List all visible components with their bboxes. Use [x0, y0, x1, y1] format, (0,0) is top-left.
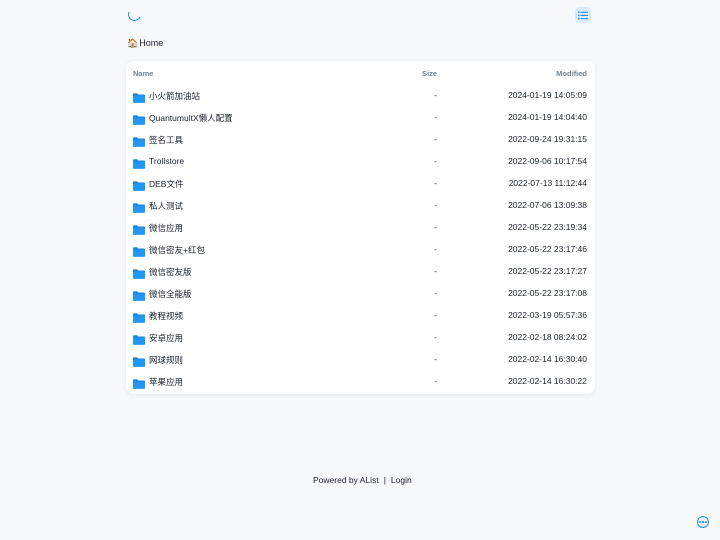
file-size: - — [434, 200, 437, 210]
file-name[interactable]: 教程视频 — [149, 310, 183, 322]
file-modified: 2022-03-19 05:57:36 — [508, 310, 587, 320]
more-dot-icon — [699, 521, 702, 523]
file-row[interactable]: 教程视频 - 2022-03-19 05:57:36 — [126, 304, 595, 326]
more-options-button[interactable] — [697, 516, 709, 528]
file-row[interactable]: 小火箭加油站 - 2024-01-19 14:05:09 — [126, 84, 595, 106]
folder-icon — [133, 244, 145, 257]
file-row[interactable]: 苹果应用 - 2022-02-14 16:30:22 — [126, 370, 595, 392]
loading-spinner-icon — [126, 6, 143, 23]
file-size: - — [434, 90, 437, 100]
list-icon — [578, 11, 588, 19]
file-size: - — [434, 354, 437, 364]
file-row[interactable]: 网球规则 - 2022-02-14 16:30:40 — [126, 348, 595, 370]
folder-icon — [133, 200, 145, 213]
file-name[interactable]: 安卓应用 — [149, 332, 183, 344]
file-name[interactable]: Trollstore — [149, 156, 184, 166]
more-dot-icon — [702, 521, 704, 523]
file-list-header: Name Size Modified — [126, 61, 595, 85]
footer: Powered by AList | Login — [313, 475, 412, 485]
file-modified: 2022-07-06 13:09:38 — [508, 200, 587, 210]
file-row[interactable]: 安卓应用 - 2022-02-18 08:24:02 — [126, 326, 595, 348]
login-link[interactable]: Login — [391, 475, 412, 485]
file-modified: 2022-05-22 23:17:27 — [508, 266, 587, 276]
file-size: - — [434, 288, 437, 298]
file-list-card: Name Size Modified 小火箭加油站 - 2024-01-19 14:… — [126, 61, 595, 394]
file-size: - — [434, 266, 437, 276]
file-modified: 2022-02-14 16:30:40 — [508, 354, 587, 364]
file-name[interactable]: 私人测试 — [149, 200, 183, 212]
folder-icon — [133, 310, 145, 323]
file-size: - — [434, 134, 437, 144]
file-modified: 2024-01-19 14:05:09 — [508, 90, 587, 100]
file-size: - — [434, 222, 437, 232]
file-name[interactable]: 微信密友+红包 — [149, 244, 205, 256]
footer-separator: | — [383, 475, 386, 485]
file-size: - — [434, 244, 437, 254]
powered-by-link[interactable]: Powered by AList — [313, 475, 379, 485]
file-name[interactable]: 小火箭加油站 — [149, 90, 200, 102]
file-name[interactable]: 微信应用 — [149, 222, 183, 234]
file-name[interactable]: DEB文件 — [149, 178, 183, 190]
folder-icon — [133, 266, 145, 279]
folder-icon — [133, 288, 145, 301]
file-name[interactable]: QuantumultX懒人配置 — [149, 112, 233, 124]
file-name[interactable]: 微信密友版 — [149, 266, 192, 278]
column-header-name[interactable]: Name — [133, 69, 153, 78]
file-name[interactable]: 签名工具 — [149, 134, 183, 146]
file-modified: 2022-02-18 08:24:02 — [508, 332, 587, 342]
file-modified: 2022-09-06 10:17:54 — [508, 156, 587, 166]
folder-icon — [133, 134, 145, 147]
file-row[interactable]: 微信全能版 - 2022-05-22 23:17:08 — [126, 282, 595, 304]
breadcrumb-home-link[interactable]: Home — [139, 38, 163, 48]
folder-icon — [133, 376, 145, 389]
column-header-size[interactable]: Size — [422, 69, 437, 78]
file-row[interactable]: 微信密友版 - 2022-05-22 23:17:27 — [126, 260, 595, 282]
folder-icon — [133, 332, 145, 345]
file-size: - — [434, 112, 437, 122]
file-modified: 2022-02-14 16:30:22 — [508, 376, 587, 386]
file-row[interactable]: 签名工具 - 2022-09-24 19:31:15 — [126, 128, 595, 150]
file-row[interactable]: 微信应用 - 2022-05-22 23:19:34 — [126, 216, 595, 238]
file-modified: 2022-07-13 11:12:44 — [508, 178, 587, 188]
folder-icon — [133, 112, 145, 125]
file-size: - — [434, 376, 437, 386]
column-header-modified[interactable]: Modified — [556, 69, 587, 78]
file-row[interactable]: Trollstore - 2022-09-06 10:17:54 — [126, 150, 595, 172]
layout-toggle-button[interactable] — [575, 7, 591, 23]
file-name[interactable]: 微信全能版 — [149, 288, 192, 300]
folder-icon — [133, 90, 145, 103]
file-size: - — [434, 332, 437, 342]
file-modified: 2022-05-22 23:17:46 — [508, 244, 587, 254]
file-modified: 2022-09-24 19:31:15 — [508, 134, 587, 144]
file-size: - — [434, 310, 437, 320]
file-row[interactable]: QuantumultX懒人配置 - 2024-01-19 14:04:40 — [126, 106, 595, 128]
folder-icon — [133, 354, 145, 367]
file-modified: 2024-01-19 14:04:40 — [508, 112, 587, 122]
file-row[interactable]: 私人测试 - 2022-07-06 13:09:38 — [126, 194, 595, 216]
file-name[interactable]: 网球规则 — [149, 354, 183, 366]
file-modified: 2022-05-22 23:19:34 — [508, 222, 587, 232]
folder-icon — [133, 178, 145, 191]
home-icon: 🏠 — [127, 37, 139, 48]
folder-icon — [133, 156, 145, 169]
file-name[interactable]: 苹果应用 — [149, 376, 183, 388]
file-size: - — [434, 156, 437, 166]
file-modified: 2022-05-22 23:17:08 — [508, 288, 587, 298]
folder-icon — [133, 222, 145, 235]
breadcrumb: 🏠 Home — [127, 38, 163, 48]
file-row[interactable]: 微信密友+红包 - 2022-05-22 23:17:46 — [126, 238, 595, 260]
file-size: - — [434, 178, 437, 188]
file-row[interactable]: DEB文件 - 2022-07-13 11:12:44 — [126, 172, 595, 194]
more-dot-icon — [704, 521, 707, 523]
